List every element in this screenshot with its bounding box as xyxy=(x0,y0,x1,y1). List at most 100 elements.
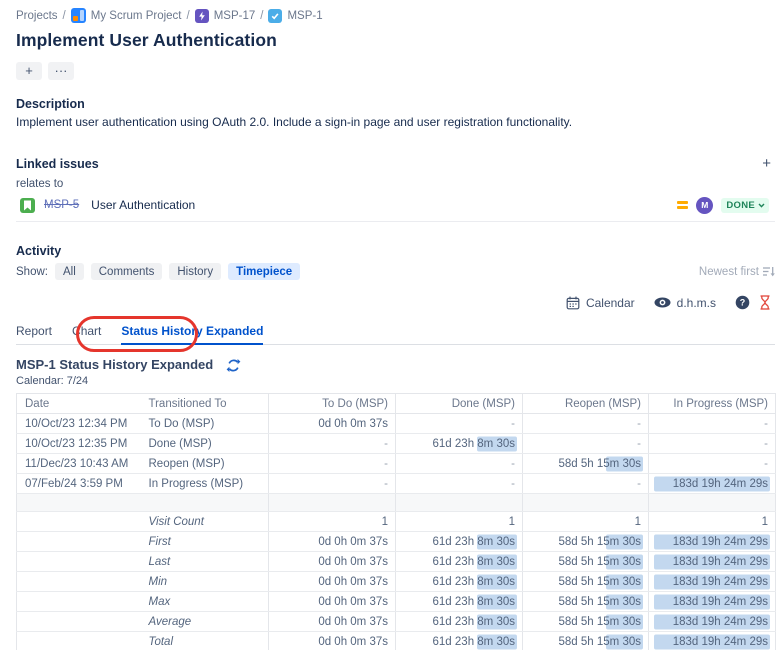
report-title: MSP-1 Status History Expanded xyxy=(16,357,213,372)
add-button[interactable]: + xyxy=(16,62,42,80)
duration-cell: 61d 23h 8m 30s xyxy=(396,532,523,552)
transition-cell: Average xyxy=(141,612,269,632)
duration-cell: 183d 19h 24m 29s xyxy=(649,632,776,650)
breadcrumb-epic[interactable]: MSP-17 xyxy=(214,10,256,22)
story-icon xyxy=(20,198,35,213)
date-cell xyxy=(17,612,141,632)
duration-value: 61d 23h 8m 30s xyxy=(433,556,515,568)
add-link-icon[interactable]: + xyxy=(762,157,771,171)
duration-format-control[interactable]: d.h.m.s xyxy=(654,296,716,310)
duration-cell: 58d 5h 15m 30s xyxy=(523,552,649,572)
spacer-cell xyxy=(649,494,776,512)
filter-history[interactable]: History xyxy=(169,263,221,280)
duration-value: - xyxy=(637,418,641,430)
more-actions-button[interactable]: ··· xyxy=(48,62,74,80)
duration-cell: 61d 23h 8m 30s xyxy=(396,632,523,650)
date-cell xyxy=(17,552,141,572)
tab-report[interactable]: Report xyxy=(16,324,52,338)
duration-cell: 0d 0h 0m 37s xyxy=(269,552,396,572)
duration-value: - xyxy=(637,478,641,490)
duration-value: 61d 23h 8m 30s xyxy=(433,596,515,608)
table-row: Total0d 0h 0m 37s61d 23h 8m 30s58d 5h 15… xyxy=(17,632,776,650)
filter-timepiece[interactable]: Timepiece xyxy=(228,263,300,280)
table-header-row: Date Transitioned To To Do (MSP) Done (M… xyxy=(17,394,776,414)
table-row: 10/Oct/23 12:35 PMDone (MSP)-61d 23h 8m … xyxy=(17,434,776,454)
duration-cell: 61d 23h 8m 30s xyxy=(396,552,523,572)
tab-chart[interactable]: Chart xyxy=(72,324,101,338)
hourglass-control[interactable] xyxy=(759,295,771,310)
date-cell: 10/Oct/23 12:35 PM xyxy=(17,434,141,454)
calendar-note: Calendar: 7/24 xyxy=(16,375,775,387)
duration-value: 1 xyxy=(509,516,515,528)
transition-cell: Reopen (MSP) xyxy=(141,454,269,474)
duration-value: 61d 23h 8m 30s xyxy=(433,536,515,548)
date-cell xyxy=(17,532,141,552)
status-table-body: 10/Oct/23 12:34 PMTo Do (MSP)0d 0h 0m 37… xyxy=(17,414,776,650)
duration-cell: 183d 19h 24m 29s xyxy=(649,532,776,552)
duration-cell: 61d 23h 8m 30s xyxy=(396,572,523,592)
duration-cell: - xyxy=(649,414,776,434)
breadcrumb-issue[interactable]: MSP-1 xyxy=(287,10,322,22)
table-row: Min0d 0h 0m 37s61d 23h 8m 30s58d 5h 15m … xyxy=(17,572,776,592)
spacer-cell xyxy=(269,494,396,512)
tab-status-history-expanded[interactable]: Status History Expanded xyxy=(121,324,263,338)
duration-cell: - xyxy=(269,434,396,454)
duration-cell: 0d 0h 0m 37s xyxy=(269,532,396,552)
duration-value: 0d 0h 0m 37s xyxy=(318,636,388,648)
priority-medium-icon xyxy=(677,201,688,209)
duration-value: 1 xyxy=(635,516,641,528)
date-cell xyxy=(17,572,141,592)
duration-cell: 58d 5h 15m 30s xyxy=(523,532,649,552)
duration-cell: - xyxy=(396,454,523,474)
duration-cell: 58d 5h 15m 30s xyxy=(523,572,649,592)
linked-issue-row[interactable]: MSP-5 User Authentication M DONE xyxy=(16,194,775,216)
duration-value: - xyxy=(511,458,515,470)
refresh-icon[interactable] xyxy=(226,358,241,373)
spacer-cell xyxy=(17,494,141,512)
duration-cell: 61d 23h 8m 30s xyxy=(396,612,523,632)
column-header-todo: To Do (MSP) xyxy=(269,394,396,414)
sort-order-control[interactable]: Newest first xyxy=(699,266,775,278)
filter-all[interactable]: All xyxy=(55,263,84,280)
transition-cell: Done (MSP) xyxy=(141,434,269,454)
help-control[interactable]: ? xyxy=(735,295,750,310)
timepiece-tabs: Report Chart Status History Expanded xyxy=(16,324,775,345)
chevron-down-icon xyxy=(758,203,765,208)
duration-value: 183d 19h 24m 29s xyxy=(673,478,768,490)
duration-cell: 0d 0h 0m 37s xyxy=(269,572,396,592)
transition-cell: Max xyxy=(141,592,269,612)
breadcrumb-separator: / xyxy=(260,10,263,22)
linked-issue-key[interactable]: MSP-5 xyxy=(44,199,79,211)
transition-cell: First xyxy=(141,532,269,552)
breadcrumb-projects[interactable]: Projects xyxy=(16,10,58,22)
calendar-control[interactable]: Calendar xyxy=(566,296,635,310)
duration-cell: 183d 19h 24m 29s xyxy=(649,552,776,572)
hourglass-icon xyxy=(759,295,771,310)
table-row: Visit Count1111 xyxy=(17,512,776,532)
calendar-icon xyxy=(566,296,580,310)
duration-value: 1 xyxy=(762,516,768,528)
status-badge-label: DONE xyxy=(726,200,755,211)
table-row: 10/Oct/23 12:34 PMTo Do (MSP)0d 0h 0m 37… xyxy=(17,414,776,434)
duration-value: 1 xyxy=(382,516,388,528)
column-header-done: Done (MSP) xyxy=(396,394,523,414)
duration-value: 61d 23h 8m 30s xyxy=(433,636,515,648)
eye-icon xyxy=(654,297,671,308)
duration-value: 0d 0h 0m 37s xyxy=(318,616,388,628)
duration-cell: - xyxy=(523,414,649,434)
duration-value: - xyxy=(764,418,768,430)
date-cell: 07/Feb/24 3:59 PM xyxy=(17,474,141,494)
duration-value: 183d 19h 24m 29s xyxy=(673,536,768,548)
epic-icon xyxy=(195,9,209,23)
column-header-transitioned-to: Transitioned To xyxy=(141,394,269,414)
duration-value: 58d 5h 15m 30s xyxy=(559,458,641,470)
duration-cell: - xyxy=(523,434,649,454)
breadcrumb-project[interactable]: My Scrum Project xyxy=(91,10,182,22)
duration-value: - xyxy=(764,438,768,450)
duration-cell: - xyxy=(396,414,523,434)
status-badge[interactable]: DONE xyxy=(721,198,769,213)
filter-comments[interactable]: Comments xyxy=(91,263,163,280)
assignee-avatar[interactable]: M xyxy=(696,197,713,214)
linked-issue-summary: User Authentication xyxy=(91,198,195,212)
duration-cell: 1 xyxy=(523,512,649,532)
